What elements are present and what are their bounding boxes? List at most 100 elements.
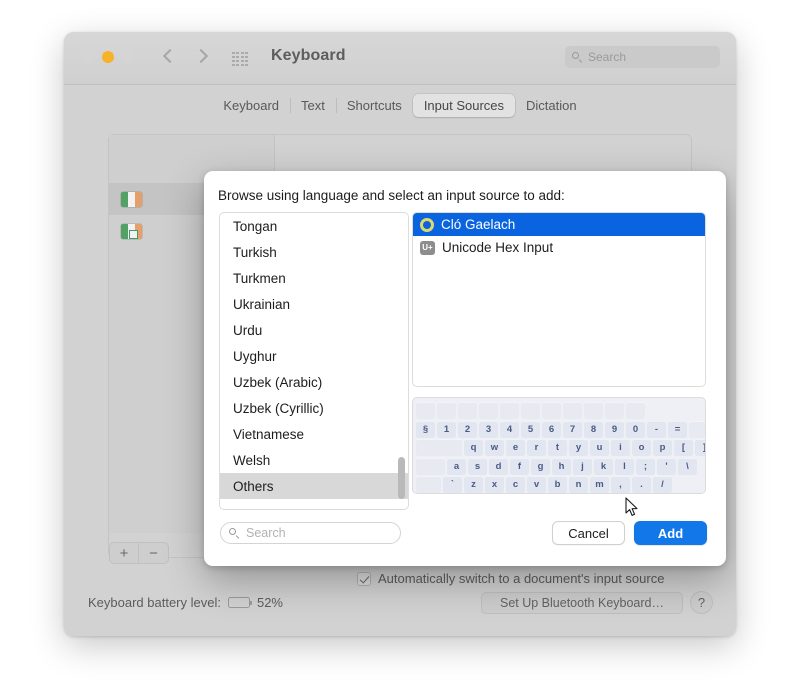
dialog-prompt-label: Browse using language and select an inpu… [218,188,565,203]
tab-keyboard[interactable]: Keyboard [212,94,290,117]
key-bracket-left: [ [674,439,693,456]
flag-ie-badge-icon [121,223,142,239]
key-blank [437,402,456,419]
key-3: 3 [479,420,498,438]
auto-switch-checkbox-row[interactable]: Automatically switch to a document's inp… [357,571,664,586]
battery-level-label: Keyboard battery level: [88,595,221,610]
tab-dictation[interactable]: Dictation [515,94,588,117]
key-e: e [506,439,525,456]
key-d: d [489,457,508,475]
key-b: b [548,476,567,493]
add-input-source-button[interactable]: + [109,542,139,564]
dialog-search-input[interactable]: Search [220,522,401,544]
auto-switch-label: Automatically switch to a document's inp… [378,571,665,586]
setup-bluetooth-keyboard-button[interactable]: Set Up Bluetooth Keyboard… [481,592,683,614]
key-4: 4 [500,420,519,438]
search-icon [572,51,583,63]
key-blank [542,402,561,419]
language-list-item[interactable]: Uzbek (Arabic) [220,369,408,395]
keyboard-preview-row-numbers: § 1 2 3 4 5 6 7 8 9 0 - = [416,420,705,438]
app-grid-icon[interactable] [232,52,248,66]
key-i: i [611,439,630,456]
tab-text[interactable]: Text [290,94,336,117]
language-list-item[interactable]: Vietnamese [220,421,408,447]
add-button[interactable]: Add [634,521,707,545]
cancel-button[interactable]: Cancel [552,521,625,545]
language-list-item[interactable]: Turkmen [220,265,408,291]
language-list-item-others[interactable]: Others [220,473,408,499]
window-titlebar: Keyboard Search [64,32,736,85]
key-caps-lock [416,457,445,475]
key-s: s [468,457,487,475]
key-bracket-right: ] [695,439,705,456]
minimize-window-button[interactable] [102,51,114,63]
back-arrow-icon[interactable] [164,48,175,66]
key-c: c [506,476,525,493]
keyboard-preview-row-qwerty: q w e r t y u i o p [ ] [416,439,705,456]
key-1: 1 [437,420,456,438]
scrollbar-thumb[interactable] [397,457,405,499]
key-6: 6 [542,420,561,438]
key-o: o [632,439,651,456]
key-q: q [464,439,483,456]
input-source-label: Cló Gaelach [441,217,516,232]
maximize-window-button[interactable] [122,51,134,63]
language-list-scrollbar[interactable] [397,217,406,505]
language-list-item[interactable]: Urdu [220,317,408,343]
keyboard-battery-row: Keyboard battery level: 52% [88,595,283,610]
key-l: l [615,457,634,475]
input-source-item-unicode-hex[interactable]: U+ Unicode Hex Input [413,236,705,259]
input-source-list[interactable]: Cló Gaelach U+ Unicode Hex Input [412,212,706,387]
language-list-item[interactable]: Turkish [220,239,408,265]
key-blank [458,402,477,419]
forward-arrow-icon[interactable] [195,48,206,66]
key-j: j [573,457,592,475]
key-g: g [531,457,550,475]
page-title: Keyboard [271,47,346,64]
flag-ie-icon [121,191,142,207]
language-list-item[interactable]: Uyghur [220,343,408,369]
keyboard-preview-row-bottom: ` z x c v b n m , . / [416,476,702,493]
preferences-tab-bar: Keyboard Text Shortcuts Input Sources Di… [64,84,736,127]
language-list[interactable]: Tongan Turkish Turkmen Ukrainian Urdu Uy… [219,212,409,510]
key-blank [521,402,540,419]
key-semicolon: ; [636,457,655,475]
key-8: 8 [584,420,603,438]
keyboard-layout-preview: § 1 2 3 4 5 6 7 8 9 0 - = q w e r t y u … [412,397,706,494]
key-a: a [447,457,466,475]
traffic-light-group [82,51,134,63]
key-quote: ' [657,457,676,475]
key-w: w [485,439,504,456]
key-n: n [569,476,588,493]
tab-shortcuts[interactable]: Shortcuts [335,94,413,117]
key-blank [626,402,645,419]
close-window-button[interactable] [82,51,94,63]
auto-switch-checkbox[interactable] [357,571,371,586]
window-search-placeholder: Search [588,50,627,64]
remove-input-source-button[interactable]: − [139,542,169,564]
key-section: § [416,420,435,438]
language-list-item[interactable]: Welsh [220,447,408,473]
key-r: r [527,439,546,456]
input-source-item-clo-gaelach[interactable]: Cló Gaelach [413,213,705,236]
dialog-search-placeholder: Search [246,526,286,540]
language-list-item[interactable]: Tongan [220,213,408,239]
battery-icon [227,597,252,608]
key-f: f [510,457,529,475]
window-search-field[interactable]: Search [565,46,720,68]
key-0: 0 [626,420,645,438]
help-button[interactable]: ? [690,591,713,614]
key-7: 7 [563,420,582,438]
key-y: y [569,439,588,456]
language-list-item[interactable]: Ukrainian [220,291,408,317]
key-tab [416,439,462,456]
add-remove-source-buttons: + − [109,542,169,564]
tab-input-sources[interactable]: Input Sources [412,94,516,117]
key-blank [500,402,519,419]
key-p: p [653,439,672,456]
input-source-label: Unicode Hex Input [442,240,554,255]
language-list-item[interactable]: Uzbek (Cyrillic) [220,395,408,421]
key-k: k [594,457,613,475]
add-input-source-dialog: Browse using language and select an inpu… [204,171,726,566]
key-u: u [590,439,609,456]
